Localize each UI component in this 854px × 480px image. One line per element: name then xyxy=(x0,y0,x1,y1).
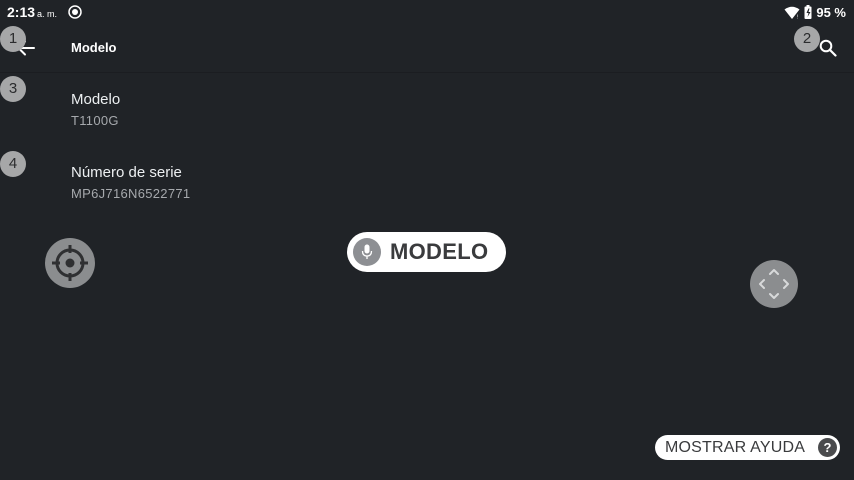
battery-icon xyxy=(804,5,812,19)
status-time: 2:13 a. m. xyxy=(7,4,57,20)
pref-title: Número de serie xyxy=(71,164,182,181)
show-help-label: MOSTRAR AYUDA xyxy=(665,438,806,456)
voice-command-label: MODELO xyxy=(390,239,489,264)
dpad-icon xyxy=(759,269,789,299)
app-bar: Modelo xyxy=(0,24,854,73)
voice-command-pill[interactable]: MODELO xyxy=(347,232,506,272)
show-help-button[interactable]: MOSTRAR AYUDA ? xyxy=(655,435,840,460)
overlay-badge-3: 3 xyxy=(0,76,26,102)
overlay-badge-4: 4 xyxy=(0,151,26,177)
pref-title: Modelo xyxy=(71,91,121,108)
dpad-button[interactable] xyxy=(750,260,798,308)
crosshair-icon xyxy=(52,245,88,281)
status-time-value: 2:13 xyxy=(7,4,36,20)
page-title: Modelo xyxy=(71,40,117,55)
svg-text:!: ! xyxy=(797,14,799,19)
pref-summary: MP6J716N6522771 xyxy=(71,186,191,201)
notification-dot-icon xyxy=(68,5,82,19)
search-icon xyxy=(819,39,837,57)
pref-summary: T1100G xyxy=(71,113,119,128)
status-bar: 2:13 a. m. ! 95 % xyxy=(0,0,854,24)
overlay-badge-2: 2 xyxy=(794,26,820,52)
battery-percentage: 95 % xyxy=(816,4,846,20)
overlay-badge-1: 1 xyxy=(0,26,26,52)
crosshair-button[interactable] xyxy=(45,238,95,288)
help-icon: ? xyxy=(818,438,837,457)
mic-icon xyxy=(353,238,381,266)
pref-item-serial-number[interactable]: Número de serie MP6J716N6522771 xyxy=(71,164,190,201)
status-ampm: a. m. xyxy=(37,9,58,19)
wifi-icon: ! xyxy=(784,6,800,19)
pref-item-model[interactable]: Modelo T1100G xyxy=(71,91,120,128)
